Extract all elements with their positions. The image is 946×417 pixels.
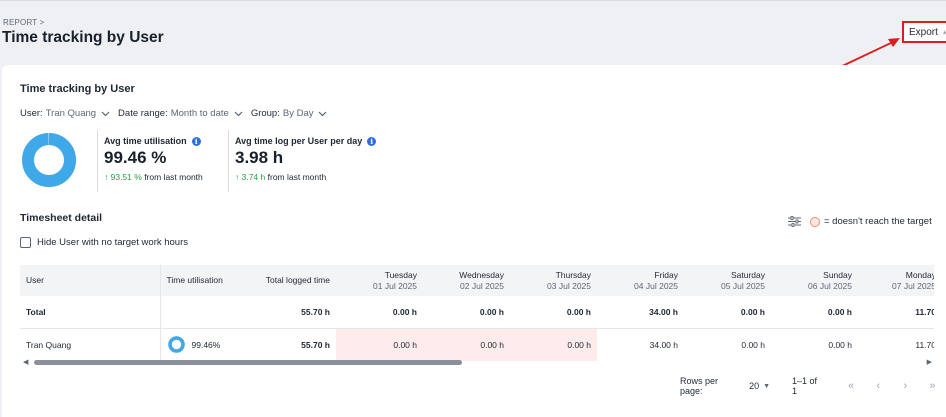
- column-settings-icon[interactable]: [788, 216, 801, 227]
- table-row-total: Total 55.70 h 0.00 h 0.00 h 0.00 h 34.00…: [20, 296, 934, 328]
- col-header-day[interactable]: Thursday 03 Jul 2025: [510, 265, 597, 296]
- col-header-total[interactable]: Total logged time: [246, 265, 336, 296]
- col-header-day[interactable]: Sunday 06 Jul 2025: [771, 265, 858, 296]
- caret-down-icon: ▼: [763, 382, 771, 390]
- col-header-day[interactable]: Monday 07 Jul 2025: [858, 265, 934, 296]
- chevron-down-icon: [234, 111, 243, 116]
- day-cell: 0.00 h: [566, 306, 591, 317]
- export-label: Export: [909, 26, 938, 38]
- utilisation-donut-arc: [22, 133, 76, 187]
- utilisation-value: 99.46%: [191, 339, 221, 350]
- col-header-day[interactable]: Tuesday 01 Jul 2025: [336, 265, 423, 296]
- group-filter-value: By Day: [282, 108, 314, 119]
- group-filter-label: Group:: [250, 108, 280, 119]
- scroll-left-icon[interactable]: ◀: [23, 358, 28, 366]
- next-page-icon[interactable]: ›: [892, 380, 919, 392]
- timesheet-table: User Time utilisation Total logged time …: [20, 265, 934, 361]
- pagination: Rows per page: 20 ▼ 1–1 of 1 « ‹ › »: [680, 376, 946, 396]
- rows-per-page-value: 20: [749, 381, 760, 391]
- trend-up-value: ↑ 93.51 %: [104, 172, 142, 182]
- metric-label: Avg time utilisation i: [104, 136, 227, 146]
- day-cell: 0.00 h: [392, 306, 417, 317]
- col-header-user[interactable]: User: [20, 265, 161, 296]
- page-header: REPORT > Time tracking by User Export: [0, 0, 946, 64]
- user-name[interactable]: Tran Quang: [26, 340, 71, 350]
- date-range-filter[interactable]: Date range: Month to date: [118, 108, 243, 119]
- col-header-utilisation[interactable]: Time utilisation: [160, 265, 246, 296]
- day-cell: 0.00 h: [827, 306, 852, 317]
- total-logged-cell: 55.70 h: [301, 306, 330, 317]
- metric-trend: ↑ 3.74 h from last month: [235, 172, 398, 182]
- chevron-down-icon: [101, 111, 110, 116]
- group-filter[interactable]: Group: By Day: [251, 108, 328, 119]
- scroll-right-icon[interactable]: ▶: [927, 358, 932, 366]
- col-header-day[interactable]: Friday 04 Jul 2025: [597, 265, 684, 296]
- metric-label: Avg time log per User per day i: [235, 136, 398, 146]
- date-range-label: Date range:: [118, 108, 168, 119]
- date-range-value: Month to date: [170, 108, 229, 119]
- day-cell: 34.00 h: [649, 306, 678, 317]
- horizontal-scrollbar[interactable]: ◀ ▶: [20, 357, 936, 367]
- day-cell: 0.00 h: [479, 306, 504, 317]
- mini-utilisation-donut: [167, 336, 185, 353]
- hide-user-checkbox[interactable]: [20, 237, 31, 248]
- timesheet-title: Timesheet detail: [20, 212, 103, 224]
- col-header-day[interactable]: Wednesday 02 Jul 2025: [423, 265, 510, 296]
- trend-up-value: ↑ 3.74 h: [235, 172, 266, 182]
- table-header-row: User Time utilisation Total logged time …: [20, 265, 934, 296]
- first-page-icon[interactable]: «: [838, 380, 865, 392]
- user-filter-label: User:: [20, 108, 43, 119]
- metric-label-text: Avg time utilisation: [104, 136, 187, 146]
- page-title: Time tracking by User: [2, 29, 164, 46]
- scrollbar-thumb[interactable]: [34, 360, 462, 365]
- page-range: 1–1 of 1: [792, 376, 818, 396]
- legend-text: = doesn't reach the target: [824, 216, 932, 227]
- chevron-down-icon: [319, 111, 327, 116]
- info-icon[interactable]: i: [191, 136, 201, 146]
- hide-user-toggle[interactable]: Hide User with no target work hours: [20, 237, 188, 248]
- hide-user-label: Hide User with no target work hours: [37, 237, 189, 248]
- info-icon[interactable]: i: [367, 136, 377, 146]
- rows-per-page-label: Rows per page:: [680, 376, 719, 396]
- metric-trend: ↑ 93.51 % from last month: [104, 172, 227, 182]
- metric-value: 3.98 h: [235, 148, 284, 167]
- metric-avg-time-log: Avg time log per User per day i 3.98 h ↑…: [228, 130, 398, 192]
- user-filter-value: Tran Quang: [45, 108, 97, 119]
- filter-bar: User: Tran Quang Date range: Month to da…: [20, 108, 327, 119]
- day-cell: 0.00 h: [740, 306, 765, 317]
- card-title: Time tracking by User: [20, 83, 135, 95]
- trend-text: from last month: [144, 172, 203, 182]
- rows-per-page-select[interactable]: 20 ▼: [749, 381, 770, 391]
- export-button[interactable]: Export: [902, 21, 946, 43]
- metric-value: 99.46 %: [104, 148, 167, 167]
- metric-label-text: Avg time log per User per day: [235, 136, 363, 146]
- legend: = doesn't reach the target: [788, 216, 932, 227]
- breadcrumb[interactable]: REPORT >: [3, 18, 45, 27]
- timesheet-table-wrap: User Time utilisation Total logged time …: [20, 265, 934, 361]
- report-card: Time tracking by User User: Tran Quang D…: [2, 65, 946, 417]
- total-label: Total: [20, 296, 161, 328]
- total-utilisation-cell: [160, 296, 246, 328]
- col-header-day[interactable]: Saturday 05 Jul 2025: [684, 265, 771, 296]
- mini-donut-arc: [167, 336, 185, 353]
- trend-text: from last month: [267, 172, 327, 182]
- metric-avg-utilisation: Avg time utilisation i 99.46 % ↑ 93.51 %…: [97, 130, 227, 192]
- last-page-icon[interactable]: »: [919, 380, 946, 392]
- user-filter[interactable]: User: Tran Quang: [20, 108, 110, 119]
- day-cell: 11.70: [915, 306, 934, 317]
- target-circle-icon: [810, 216, 820, 227]
- prev-page-icon[interactable]: ‹: [865, 380, 892, 392]
- utilisation-donut: [22, 133, 76, 187]
